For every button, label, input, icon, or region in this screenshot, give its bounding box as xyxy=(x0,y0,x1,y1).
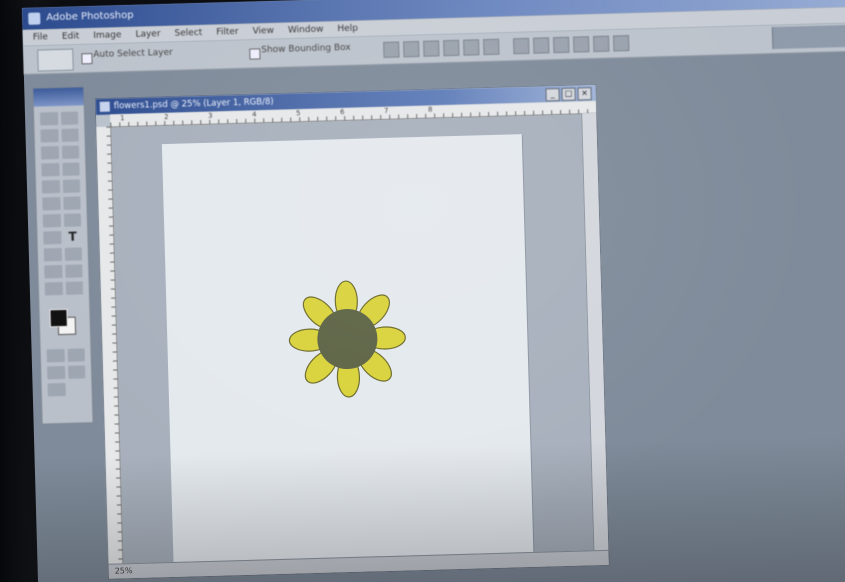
ruler-number: 4 xyxy=(251,110,257,119)
foreground-color-swatch[interactable] xyxy=(49,308,68,328)
distribute-buttons xyxy=(513,35,630,55)
menu-view[interactable]: View xyxy=(252,23,274,40)
ruler-number: 8 xyxy=(427,105,433,114)
photo-of-monitor: Adobe Photoshop File Edit Image Layer Select… xyxy=(0,0,845,582)
eraser-tool-icon[interactable] xyxy=(42,197,61,211)
screen-mode-standard-icon[interactable] xyxy=(47,365,65,380)
ruler-number: 2 xyxy=(163,112,169,122)
quick-mask-icon[interactable] xyxy=(67,348,85,362)
tool-preset-picker[interactable] xyxy=(37,48,74,72)
menu-help[interactable]: Help xyxy=(337,21,358,38)
align-buttons xyxy=(383,38,500,58)
toolbox-header xyxy=(33,87,84,107)
palette-well[interactable] xyxy=(771,23,845,50)
type-tool-icon[interactable]: T xyxy=(64,230,82,244)
document-window: flowers1.psd @ 25% (Layer 1, RGB/8) _ □ … xyxy=(94,83,610,580)
pen-tool-icon[interactable] xyxy=(43,247,62,262)
ruler-number: 3 xyxy=(207,111,213,120)
flower-artwork xyxy=(288,280,406,398)
standard-mode-icon[interactable] xyxy=(46,348,65,363)
zoom-level[interactable]: 25% xyxy=(115,564,145,579)
app-title: Adobe Photoshop xyxy=(46,9,134,24)
notes-tool-icon[interactable] xyxy=(44,264,63,279)
distribute-bottom-icon[interactable] xyxy=(553,36,570,54)
close-button[interactable]: × xyxy=(577,87,592,101)
show-bounding-box-label: Show Bounding Box xyxy=(261,42,351,56)
ruler-number: 5 xyxy=(295,109,301,118)
history-brush-tool-icon[interactable] xyxy=(62,179,81,193)
crop-tool-icon[interactable] xyxy=(40,146,59,160)
auto-select-checkbox[interactable] xyxy=(81,53,93,65)
move-tool-icon[interactable] xyxy=(60,111,79,125)
align-top-icon[interactable] xyxy=(383,41,400,58)
lasso-tool-icon[interactable] xyxy=(40,129,59,143)
canvas-area xyxy=(111,114,595,572)
distribute-right-icon[interactable] xyxy=(612,35,630,52)
ruler-number: 7 xyxy=(383,106,389,115)
distribute-top-icon[interactable] xyxy=(513,37,530,55)
color-swatches xyxy=(45,306,84,337)
window-controls: _ □ × xyxy=(545,87,592,102)
path-selection-tool-icon[interactable] xyxy=(43,231,62,245)
document-canvas[interactable] xyxy=(161,134,534,572)
jump-to-imageready-icon[interactable] xyxy=(47,382,66,397)
auto-select-label: Auto Select Layer xyxy=(93,47,173,61)
distribute-center-icon[interactable] xyxy=(593,35,610,53)
align-middle-icon[interactable] xyxy=(403,40,420,58)
toolbox-panel: T xyxy=(32,86,94,425)
minimize-button[interactable]: _ xyxy=(545,88,560,102)
hand-tool-icon[interactable] xyxy=(44,281,63,296)
healing-brush-tool-icon[interactable] xyxy=(41,163,60,177)
maximize-button[interactable]: □ xyxy=(561,87,576,101)
eyedropper-tool-icon[interactable] xyxy=(64,264,83,278)
menu-layer[interactable]: Layer xyxy=(135,26,161,43)
menu-filter[interactable]: Filter xyxy=(216,24,239,41)
menu-select[interactable]: Select xyxy=(174,25,202,42)
distribute-left-icon[interactable] xyxy=(573,36,590,53)
align-bottom-icon[interactable] xyxy=(423,40,440,57)
gradient-tool-icon[interactable] xyxy=(62,196,81,210)
clone-stamp-tool-icon[interactable] xyxy=(41,180,60,194)
align-center-icon[interactable] xyxy=(463,39,480,56)
ruler-number: 1 xyxy=(120,114,125,123)
document-icon xyxy=(99,101,110,112)
menu-file[interactable]: File xyxy=(33,29,49,45)
menu-edit[interactable]: Edit xyxy=(62,28,80,44)
slice-tool-icon[interactable] xyxy=(61,145,80,159)
document-title: flowers1.psd @ 25% (Layer 1, RGB/8) xyxy=(113,97,274,112)
brush-tool-icon[interactable] xyxy=(61,162,80,176)
photoshop-app-icon xyxy=(28,12,41,25)
magic-wand-tool-icon[interactable] xyxy=(60,128,79,142)
show-bounding-box-checkbox[interactable] xyxy=(249,48,261,60)
tool-grid: T xyxy=(34,105,89,301)
menu-image[interactable]: Image xyxy=(93,27,122,44)
align-left-icon[interactable] xyxy=(443,39,460,57)
align-right-icon[interactable] xyxy=(483,38,500,56)
distribute-middle-icon[interactable] xyxy=(533,37,550,54)
photoshop-screen: Adobe Photoshop File Edit Image Layer Select… xyxy=(22,0,845,582)
blur-tool-icon[interactable] xyxy=(42,214,61,228)
shape-tool-icon[interactable] xyxy=(64,247,83,261)
menu-window[interactable]: Window xyxy=(288,22,324,39)
ruler-number: 6 xyxy=(339,108,345,117)
zoom-tool-icon[interactable] xyxy=(65,281,84,295)
screen-mode-full-icon[interactable] xyxy=(67,365,86,379)
mode-buttons xyxy=(40,342,92,402)
marquee-tool-icon[interactable] xyxy=(39,112,58,126)
dodge-tool-icon[interactable] xyxy=(63,213,82,227)
